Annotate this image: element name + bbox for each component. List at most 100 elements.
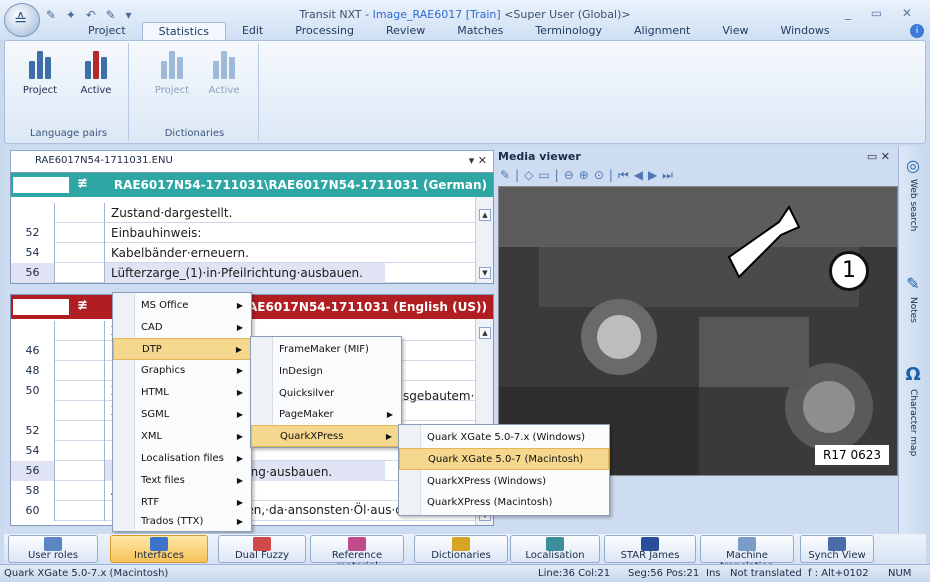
dictionaries-project-button[interactable]: Project bbox=[149, 45, 195, 109]
tab-project[interactable]: Project bbox=[72, 22, 142, 40]
ribbon-tabs: Project Statistics Edit Processing Revie… bbox=[72, 22, 846, 40]
web-search-icon: ◎ bbox=[906, 156, 920, 175]
interfaces-button[interactable]: Interfaces bbox=[110, 535, 208, 563]
dictionaries-button[interactable]: Dictionaries bbox=[414, 535, 508, 563]
window-title: Transit NXT - Image_RAE6017 [Train] <Sup… bbox=[299, 8, 631, 21]
user-roles-icon bbox=[44, 537, 62, 551]
status-char-shortcut: f : Alt+0102 bbox=[808, 568, 869, 579]
status-line-col: Line:36 Col:21 bbox=[538, 568, 611, 579]
document-tab-name: RAE6017N54-1711031.ENU bbox=[35, 155, 173, 166]
tab-view[interactable]: View bbox=[706, 22, 764, 40]
source-pane-title: RAE6017N54-1711031\RAE6017N54-1711031 (G… bbox=[113, 178, 487, 192]
status-translation-state: Not translated bbox=[730, 568, 802, 579]
status-message: Quark XGate 5.0-7.x (Macintosh) bbox=[4, 568, 169, 579]
menu-item-dtp[interactable]: DTP ▶ bbox=[113, 338, 251, 360]
source-rows: Zustand·dargestellt. 52 Einbauhinweis: 54… bbox=[11, 197, 475, 283]
statistics-chart-icon bbox=[81, 47, 111, 81]
menu-item-quicksilver[interactable]: Quicksilver bbox=[251, 383, 401, 405]
status-num-lock: NUM bbox=[888, 568, 912, 579]
table-row[interactable]: 52 Einbauhinweis: bbox=[11, 223, 475, 243]
table-row[interactable]: 56 Lüfterzarge_(1)·in·Pfeilrichtung·ausba… bbox=[11, 263, 475, 283]
tab-review[interactable]: Review bbox=[370, 22, 441, 40]
document-tab[interactable]: RAE6017N54-1711031.ENU ▾ ✕ bbox=[10, 150, 494, 172]
statistics-chart-icon bbox=[157, 47, 187, 81]
tab-terminology[interactable]: Terminology bbox=[519, 22, 618, 40]
group-language-pairs: Project Active Language pairs bbox=[9, 43, 129, 141]
dictionaries-icon bbox=[452, 537, 470, 551]
target-text-fragment: ung·ausbauen. bbox=[243, 465, 333, 479]
star-james-button[interactable]: STAR James bbox=[604, 535, 696, 563]
source-filter-box[interactable] bbox=[13, 177, 69, 193]
dictionaries-active-button[interactable]: Active bbox=[201, 45, 247, 109]
media-toolbar[interactable]: ✎|◇▭|⊖⊕⊙|⏮◀▶⏭ bbox=[500, 168, 678, 186]
menu-item-ms-office[interactable]: MS Office ▶ bbox=[113, 295, 251, 317]
quarkxpress-submenu: Quark XGate 5.0-7.x (Windows) Quark XGat… bbox=[398, 424, 610, 516]
localisation-button[interactable]: Localisation bbox=[510, 535, 600, 563]
menu-item-cad[interactable]: CAD ▶ bbox=[113, 317, 251, 339]
menu-item-text-files[interactable]: Text files ▶ bbox=[113, 470, 251, 492]
status-bar: Quark XGate 5.0-7.x (Macintosh) Line:36 … bbox=[0, 564, 930, 582]
menu-item-trados-ttx[interactable]: Trados (TTX) ▶ bbox=[113, 511, 251, 533]
synch-view-button[interactable]: Synch View bbox=[800, 535, 874, 563]
segment-list-icon: ≢ bbox=[77, 298, 88, 313]
group-label: Language pairs bbox=[29, 128, 108, 139]
target-pane-header: ≢ \RAE6017N54-1711031 (English (US)) bbox=[11, 295, 493, 319]
tab-alignment[interactable]: Alignment bbox=[618, 22, 706, 40]
menu-item-indesign[interactable]: InDesign bbox=[251, 361, 401, 383]
target-filter-box[interactable] bbox=[13, 299, 69, 315]
user-roles-button[interactable]: User roles bbox=[8, 535, 98, 563]
window-controls[interactable]: _ ▭ ✕ bbox=[845, 6, 920, 20]
star-james-icon bbox=[641, 537, 659, 551]
synch-view-eye-icon bbox=[828, 537, 846, 551]
scroll-down-icon[interactable]: ▼ bbox=[479, 267, 491, 279]
menu-item-localisation-files[interactable]: Localisation files ▶ bbox=[113, 448, 251, 470]
menu-item-html[interactable]: HTML ▶ bbox=[113, 382, 251, 404]
language-pairs-active-button[interactable]: Active bbox=[73, 45, 119, 109]
menu-item-quarkxpress-macintosh[interactable]: QuarkXPress (Macintosh) bbox=[399, 492, 609, 514]
source-scrollbar[interactable]: ▲ ▼ bbox=[475, 197, 493, 283]
tab-processing[interactable]: Processing bbox=[279, 22, 370, 40]
source-pane: ≢ RAE6017N54-1711031\RAE6017N54-1711031 … bbox=[10, 172, 494, 284]
table-row[interactable]: Zustand·dargestellt. bbox=[11, 203, 475, 223]
language-pairs-project-button[interactable]: Project bbox=[17, 45, 63, 109]
source-pane-header: ≢ RAE6017N54-1711031\RAE6017N54-1711031 … bbox=[11, 173, 493, 197]
menu-item-quark-xgate-macintosh[interactable]: Quark XGate 5.0-7 (Macintosh) bbox=[399, 448, 609, 470]
image-reference-label: R17 0623 bbox=[815, 445, 889, 465]
menu-item-quarkxpress-windows[interactable]: QuarkXPress (Windows) bbox=[399, 471, 609, 493]
statistics-chart-icon bbox=[209, 47, 239, 81]
help-icon[interactable]: i bbox=[910, 24, 924, 38]
scroll-up-icon[interactable]: ▲ bbox=[479, 209, 491, 221]
menu-item-quarkxpress[interactable]: QuarkXPress ▶ bbox=[251, 425, 401, 447]
character-map-tab[interactable]: Ω Character map bbox=[899, 364, 927, 456]
table-row[interactable]: 54 Kabelbänder·erneuern. bbox=[11, 243, 475, 263]
dual-fuzzy-button[interactable]: Dual Fuzzy bbox=[218, 535, 306, 563]
group-dictionaries: Project Active Dictionaries bbox=[131, 43, 259, 141]
web-search-tab[interactable]: ◎ Web search bbox=[899, 156, 927, 231]
bottom-toolbar: User roles Interfaces Dual Fuzzy Referen… bbox=[4, 534, 926, 572]
status-seg-pos: Seg:56 Pos:21 bbox=[628, 568, 700, 579]
menu-item-xml[interactable]: XML ▶ bbox=[113, 426, 251, 448]
tab-windows[interactable]: Windows bbox=[764, 22, 845, 40]
notes-tab[interactable]: ✎ Notes bbox=[899, 274, 927, 323]
machine-translation-icon bbox=[738, 537, 756, 551]
tab-matches[interactable]: Matches bbox=[441, 22, 519, 40]
scroll-up-icon[interactable]: ▲ bbox=[479, 327, 491, 339]
tab-statistics[interactable]: Statistics bbox=[141, 22, 226, 40]
tab-edit[interactable]: Edit bbox=[226, 22, 279, 40]
group-label: Dictionaries bbox=[164, 128, 225, 139]
dtp-submenu: FrameMaker (MIF) InDesign Quicksilver Pa… bbox=[250, 336, 402, 448]
interfaces-icon bbox=[150, 537, 168, 551]
menu-item-quark-xgate-windows[interactable]: Quark XGate 5.0-7.x (Windows) bbox=[399, 427, 609, 449]
target-pane-title: \RAE6017N54-1711031 (English (US)) bbox=[234, 300, 487, 314]
menu-item-graphics[interactable]: Graphics ▶ bbox=[113, 360, 251, 382]
localisation-icon bbox=[546, 537, 564, 551]
close-icon[interactable]: ▾ ✕ bbox=[469, 154, 487, 167]
menu-item-framemaker[interactable]: FrameMaker (MIF) bbox=[251, 339, 401, 361]
menu-item-pagemaker[interactable]: PageMaker ▶ bbox=[251, 404, 401, 426]
pin-close-icon[interactable]: ▭ ✕ bbox=[867, 150, 890, 163]
side-panel: ◎ Web search ✎ Notes Ω Character map bbox=[898, 146, 926, 534]
menu-item-sgml[interactable]: SGML ▶ bbox=[113, 404, 251, 426]
machine-translation-button[interactable]: Machine translation bbox=[700, 535, 794, 572]
reference-material-icon bbox=[348, 537, 366, 551]
reference-material-button[interactable]: Reference material bbox=[310, 535, 404, 572]
